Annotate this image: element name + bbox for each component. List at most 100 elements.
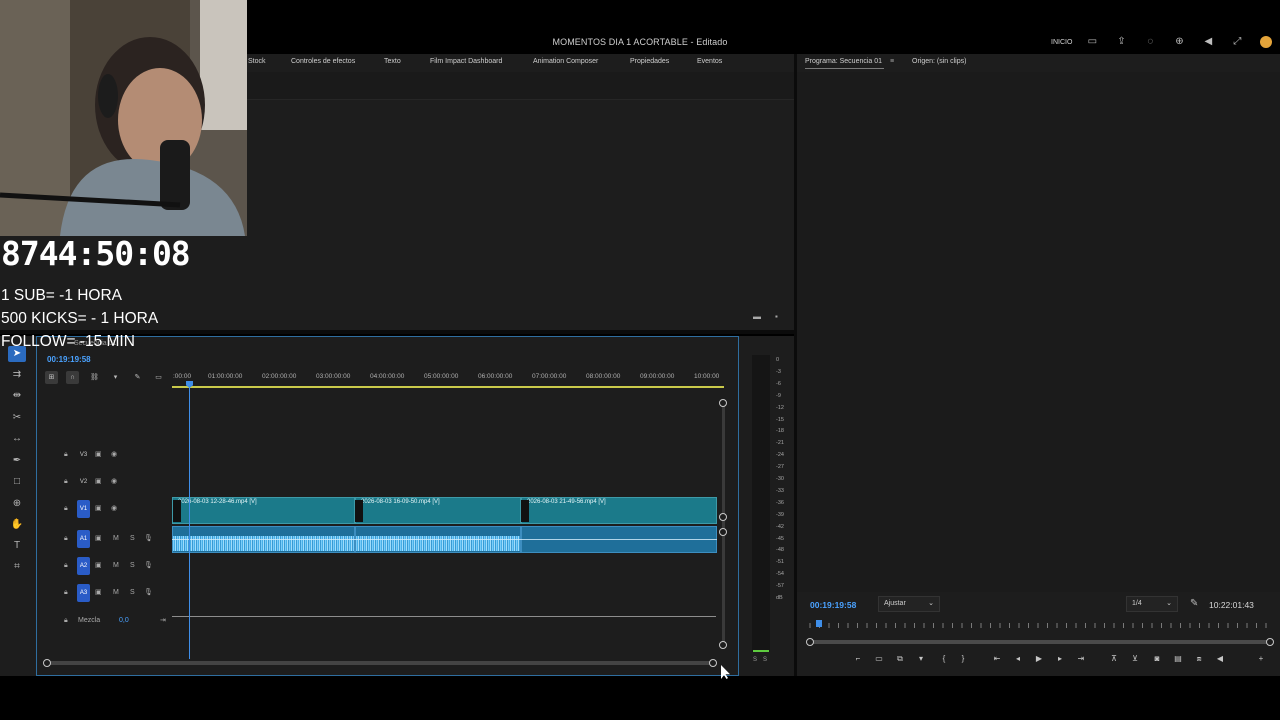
tab-properties[interactable]: Propiedades — [630, 58, 669, 65]
sync-lock-icon[interactable]: ▣ — [95, 588, 102, 598]
vertical-scrollbar[interactable] — [722, 404, 725, 644]
program-time-ruler[interactable] — [804, 619, 1274, 629]
track-name[interactable]: A2 — [77, 557, 90, 575]
eye-icon[interactable]: ◉ — [111, 450, 117, 460]
ripple-edit-tool-icon[interactable]: ⇹ — [8, 388, 26, 404]
tab-film-impact[interactable]: Film Impact Dashboard — [430, 58, 502, 65]
export-icon[interactable]: ⇪ — [1115, 36, 1127, 48]
timeline-settings-icon[interactable]: ✎ — [131, 371, 144, 384]
slip-tool-icon[interactable]: ↔ — [8, 431, 26, 447]
mix-volume-line[interactable] — [172, 616, 716, 617]
track-header-a1[interactable]: 🔒︎ A1 ▣ M S 🎙︎ — [44, 530, 172, 550]
fullscreen-icon[interactable]: ⤢ — [1231, 36, 1243, 48]
hand-tool-icon[interactable]: ✋ — [8, 517, 26, 533]
vr-icon[interactable]: ⧈ — [1192, 652, 1206, 666]
program-zoom-scrollbar[interactable] — [811, 640, 1269, 644]
out-point-icon[interactable]: } — [956, 652, 970, 666]
tab-program[interactable]: Programa: Secuencia 01 — [805, 58, 882, 65]
solo-button[interactable]: S — [763, 657, 767, 663]
work-area-bar[interactable] — [172, 386, 724, 388]
solo-button[interactable]: S — [130, 534, 135, 544]
sync-lock-icon[interactable]: ▣ — [95, 450, 102, 460]
eye-icon[interactable]: ◉ — [111, 477, 117, 487]
trash-icon[interactable]: ▪ — [775, 312, 778, 321]
microphone-icon[interactable]: 🎙︎ — [144, 588, 153, 598]
scroll-handle-right[interactable] — [1266, 638, 1274, 646]
tab-effect-controls[interactable]: Controles de efectos — [291, 58, 355, 65]
pen-tool-icon[interactable]: ✒ — [8, 453, 26, 469]
step-back-icon[interactable]: ◂ — [1011, 652, 1025, 666]
track-header-v3[interactable]: 🔒︎ V3 ▣ ◉ — [44, 446, 172, 466]
video-clip[interactable]: 2026-08-03 21-49-56.mp4 [V] — [521, 497, 717, 524]
zoom-icon[interactable]: ⊕ — [1173, 36, 1185, 48]
progress-icon[interactable]: ◌ — [1144, 36, 1156, 48]
razor-tool-icon[interactable]: ✂ — [8, 410, 26, 426]
sync-lock-icon[interactable]: ▣ — [95, 477, 102, 487]
program-timecode[interactable]: 00:19:19:58 — [810, 600, 856, 610]
scroll-handle[interactable] — [719, 513, 727, 521]
audio-mute-icon[interactable]: ◀ — [1213, 652, 1227, 666]
solo-button[interactable]: S — [130, 561, 135, 571]
in-point-icon[interactable]: { — [937, 652, 951, 666]
captions-icon[interactable]: ▭ — [152, 371, 165, 384]
mute-button[interactable]: M — [113, 534, 119, 544]
folder-icon[interactable]: ▬ — [753, 312, 761, 321]
panel-menu-icon[interactable]: ≡ — [890, 58, 894, 65]
snap-icon[interactable]: ∩ — [66, 371, 79, 384]
track-name[interactable]: V3 — [77, 446, 90, 464]
multicam-icon[interactable]: ▤ — [1171, 652, 1185, 666]
lock-icon[interactable]: 🔒︎ — [64, 561, 68, 571]
resolution-dropdown[interactable]: 1/4 ⌄ — [1126, 596, 1178, 612]
add-button-icon[interactable]: + — [1254, 652, 1268, 666]
wrench-icon[interactable]: ✎ — [1190, 598, 1198, 609]
tab-text[interactable]: Texto — [384, 58, 401, 65]
track-header-a3[interactable]: 🔒︎ A3 ▣ M S 🎙︎ — [44, 584, 172, 604]
linked-selection-icon[interactable]: ⛓ — [88, 371, 101, 384]
tab-stock[interactable]: Stock — [248, 58, 266, 65]
track-header-a2[interactable]: 🔒︎ A2 ▣ M S 🎙︎ — [44, 557, 172, 577]
track-name[interactable]: V2 — [77, 473, 90, 491]
scroll-handle-left[interactable] — [43, 659, 51, 667]
microphone-icon[interactable]: 🎙︎ — [144, 561, 153, 571]
scroll-handle[interactable] — [719, 399, 727, 407]
safe-margins-icon[interactable]: ▭ — [872, 652, 886, 666]
track-header-v2[interactable]: 🔒︎ V2 ▣ ◉ — [44, 473, 172, 493]
mute-button[interactable]: M — [113, 588, 119, 598]
inicio-button[interactable]: INICIO — [1051, 39, 1072, 46]
track-header-v1[interactable]: 🔒︎ V1 ▣ ◉ — [44, 500, 172, 520]
extract-icon[interactable]: ⊻ — [1128, 652, 1142, 666]
fit-dropdown[interactable]: Ajustar ⌄ — [878, 596, 940, 612]
lock-icon[interactable]: 🔒︎ — [64, 616, 68, 626]
lock-icon[interactable]: 🔒︎ — [64, 504, 68, 514]
playhead-line[interactable] — [189, 383, 190, 659]
marker-icon[interactable]: ▾ — [914, 652, 928, 666]
go-to-end-icon[interactable]: ⇥ — [160, 616, 166, 626]
step-forward-icon[interactable]: ▸ — [1053, 652, 1067, 666]
solo-button[interactable]: S — [130, 588, 135, 598]
sync-lock-icon[interactable]: ▣ — [95, 534, 102, 544]
scroll-handle-left[interactable] — [806, 638, 814, 646]
lock-icon[interactable]: 🔒︎ — [64, 450, 68, 460]
lock-icon[interactable]: 🔒︎ — [64, 477, 68, 487]
mute-button[interactable]: M — [113, 561, 119, 571]
panel-icon[interactable]: ▭ — [1086, 36, 1098, 48]
track-name[interactable]: V1 — [77, 500, 90, 518]
tab-source[interactable]: Origen: (sin clips) — [912, 58, 966, 65]
lock-icon[interactable]: 🔒︎ — [64, 588, 68, 598]
go-to-in-icon[interactable]: ⇤ — [990, 652, 1004, 666]
zoom-tool-icon[interactable]: ⊕ — [8, 496, 26, 512]
caption-tool-icon[interactable]: ⌗ — [8, 559, 26, 575]
add-marker-icon[interactable]: ▾ — [109, 371, 122, 384]
mark-in-icon[interactable]: ⌐ — [851, 652, 865, 666]
compare-icon[interactable]: ⧉ — [893, 652, 907, 666]
timeline-zoom-scrollbar[interactable] — [47, 661, 715, 665]
video-clip[interactable]: 2026-08-03 12-28-46.mp4 [V] — [172, 497, 355, 524]
lock-icon[interactable]: 🔒︎ — [64, 534, 68, 544]
scroll-handle[interactable] — [719, 641, 727, 649]
microphone-icon[interactable]: 🎙︎ — [144, 534, 153, 544]
lift-icon[interactable]: ⊼ — [1107, 652, 1121, 666]
tab-events[interactable]: Eventos — [697, 58, 722, 65]
tab-animation-composer[interactable]: Animation Composer — [533, 58, 598, 65]
mix-volume[interactable]: 0,0 — [119, 616, 129, 626]
track-header-mix[interactable]: 🔒︎ Mezcla 0,0 ⇥ — [44, 614, 172, 628]
